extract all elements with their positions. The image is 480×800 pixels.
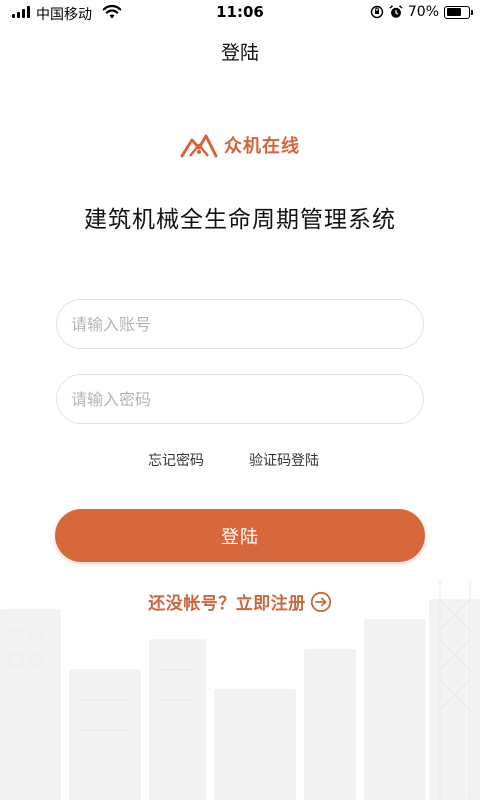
brand-logo-icon: [180, 134, 218, 158]
battery-percentage: 70%: [407, 4, 439, 20]
register-link[interactable]: 还没帐号？立即注册: [0, 589, 480, 614]
brand-logo: 众机在线: [0, 132, 480, 158]
system-title: 建筑机械全生命周期管理系统: [84, 207, 396, 233]
sms-login-link[interactable]: 验证码登陆: [249, 450, 319, 470]
password-field-wrapper: [56, 374, 424, 424]
account-input[interactable]: [57, 300, 423, 348]
register-label: 还没帐号？立即注册: [148, 594, 306, 614]
password-input[interactable]: [57, 375, 423, 423]
alarm-icon: [389, 5, 403, 18]
arrow-right-circle-icon: [310, 591, 331, 612]
status-right-group: 70%: [370, 4, 473, 20]
orientation-lock-icon: [370, 5, 384, 19]
brand-name: 众机在线: [224, 136, 300, 157]
forgot-password-link[interactable]: 忘记密码: [148, 450, 204, 470]
battery-icon: [444, 5, 473, 19]
page-title: 登陆: [220, 42, 259, 64]
login-button[interactable]: 登陆: [55, 509, 425, 562]
account-field-wrapper: [56, 299, 424, 349]
status-bar: 中国移动 11:06 70%: [0, 0, 480, 26]
